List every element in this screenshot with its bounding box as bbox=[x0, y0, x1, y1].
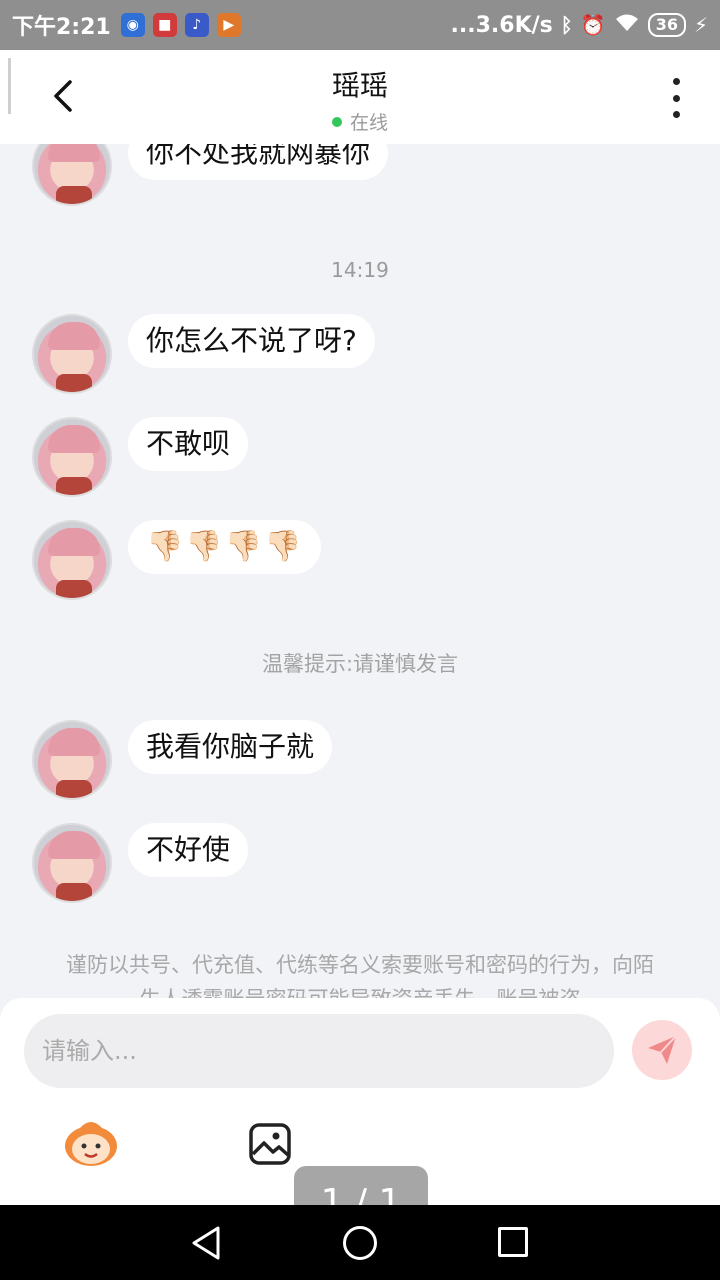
image-picker-button[interactable] bbox=[248, 1122, 292, 1166]
contact-avatar[interactable] bbox=[32, 314, 112, 394]
message-row: 你不处我就网暴你 bbox=[32, 144, 389, 206]
message-bubble[interactable]: 不敢呗 bbox=[128, 417, 249, 471]
online-status-text: 在线 bbox=[349, 112, 388, 134]
contact-avatar[interactable] bbox=[32, 417, 112, 497]
charging-icon: ⚡ bbox=[693, 13, 708, 37]
safety-tip: 温馨提示:请谨慎发言 bbox=[261, 652, 459, 676]
message-timestamp: 14:19 bbox=[331, 258, 389, 282]
net-speed: ...3.6K/s bbox=[450, 12, 553, 38]
message-bubble[interactable]: 不好使 bbox=[128, 823, 249, 877]
image-icon bbox=[249, 1123, 291, 1165]
contact-name: 瑶瑶 bbox=[331, 69, 388, 102]
message-row: 不敢呗 bbox=[32, 417, 249, 497]
send-icon bbox=[648, 1035, 677, 1064]
video-app-icon: ▶ bbox=[216, 13, 241, 37]
message-row: 不好使 bbox=[32, 823, 249, 903]
nav-recents-button[interactable] bbox=[498, 1227, 528, 1257]
app-notification-icon: ◉ bbox=[120, 13, 145, 37]
nav-home-button[interactable] bbox=[343, 1226, 377, 1260]
status-bar: 下午2:21 ◉ ■ ♪ ▶ ...3.6K/s ᛒ ⏰ 36 ⚡ bbox=[0, 0, 720, 50]
status-time: 下午2:21 bbox=[12, 15, 111, 40]
system-nav-bar bbox=[0, 1205, 720, 1280]
wifi-icon bbox=[614, 13, 640, 38]
bluetooth-icon: ᛒ bbox=[560, 13, 573, 37]
monkey-face-icon bbox=[65, 1122, 117, 1166]
contact-avatar[interactable] bbox=[32, 520, 112, 600]
message-bubble[interactable]: 你怎么不说了呀? bbox=[128, 314, 375, 368]
app-notification-icon: ■ bbox=[152, 13, 177, 37]
more-dot-icon bbox=[672, 78, 680, 85]
message-bubble[interactable]: 你不处我就网暴你 bbox=[128, 144, 389, 180]
chat-header: 瑶瑶 在线 bbox=[0, 50, 720, 144]
message-bubble[interactable]: 我看你脑子就 bbox=[128, 720, 333, 774]
message-row: 我看你脑子就 bbox=[32, 720, 333, 800]
battery-icon: 36 bbox=[647, 13, 686, 37]
contact-avatar[interactable] bbox=[32, 144, 112, 206]
sticker-button[interactable] bbox=[62, 1118, 120, 1168]
contact-avatar[interactable] bbox=[32, 823, 112, 903]
more-dot-icon bbox=[672, 94, 680, 102]
security-notice: 谨防以共号、代充值、代练等名义索要账号和密码的行为，向陌生人透露账号密码可能导致… bbox=[66, 953, 654, 1000]
send-button[interactable] bbox=[632, 1020, 692, 1080]
emoji-message-bubble[interactable]: 👎🏻👎🏻👎🏻👎🏻 bbox=[128, 520, 322, 574]
triangle-back-icon bbox=[192, 1226, 220, 1260]
message-input[interactable] bbox=[24, 1014, 614, 1088]
nav-back-button[interactable] bbox=[190, 1225, 222, 1265]
status-app-icons: ◉ ■ ♪ ▶ bbox=[120, 13, 241, 37]
message-row: 👎🏻👎🏻👎🏻👎🏻 bbox=[32, 520, 322, 600]
more-options-button[interactable] bbox=[666, 78, 686, 118]
music-app-icon: ♪ bbox=[184, 13, 209, 37]
chat-messages[interactable]: 你不处我就网暴你 14:19 你怎么不说了呀? 不敢呗 👎🏻👎🏻👎🏻👎🏻 温馨提… bbox=[0, 144, 720, 1000]
alarm-icon: ⏰ bbox=[580, 13, 606, 37]
online-status: 在线 bbox=[0, 108, 720, 135]
battery-level: 36 bbox=[655, 15, 678, 34]
contact-avatar[interactable] bbox=[32, 720, 112, 800]
online-dot-icon bbox=[331, 116, 342, 127]
more-dot-icon bbox=[672, 111, 680, 118]
message-row: 你怎么不说了呀? bbox=[32, 314, 375, 394]
